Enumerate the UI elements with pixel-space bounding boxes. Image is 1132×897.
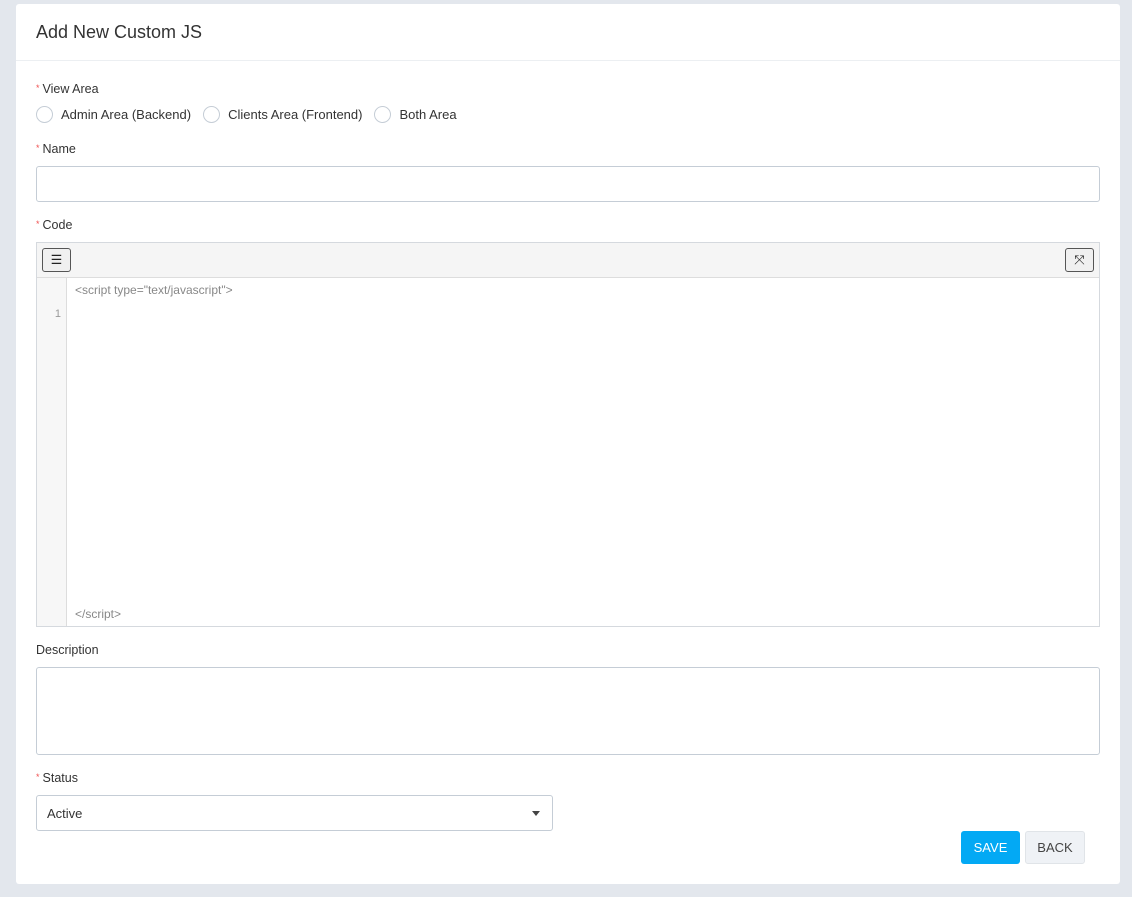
back-button[interactable]: BACK [1025, 831, 1085, 864]
save-button[interactable]: SAVE [961, 831, 1020, 864]
description-label: Description [36, 643, 99, 657]
description-textarea[interactable] [36, 667, 1100, 755]
list-icon[interactable]: ☰ [42, 248, 71, 272]
status-select[interactable]: Active [36, 795, 553, 831]
code-label: * Code [36, 218, 73, 232]
form-card: Add New Custom JS * View Area Admin Area … [16, 4, 1120, 884]
radio-circle[interactable] [374, 106, 392, 123]
line-gutter: 1 [37, 278, 67, 626]
radio-both-area[interactable]: Both Area [374, 106, 457, 123]
view-area-label: * View Area [36, 82, 99, 96]
name-label: * Name [36, 142, 76, 156]
code-editor[interactable]: ☰ ⤧ 1 <script type="text/javascript"> </… [36, 242, 1100, 627]
radio-circle[interactable] [203, 106, 221, 123]
fullscreen-icon[interactable]: ⤧ [1065, 248, 1094, 272]
chevron-down-icon [532, 811, 540, 820]
code-line-open: <script type="text/javascript"> [75, 283, 233, 297]
radio-circle[interactable] [36, 106, 53, 123]
page-title: Add New Custom JS [16, 4, 1120, 61]
radio-clients-area[interactable]: Clients Area (Frontend) [203, 106, 362, 123]
editor-toolbar: ☰ ⤧ [37, 243, 1099, 278]
code-line-close: </script> [75, 607, 122, 621]
name-input[interactable] [36, 166, 1100, 202]
status-label: * Status [36, 771, 78, 785]
view-area-radio-group: Admin Area (Backend) Clients Area (Front… [36, 106, 469, 123]
radio-admin-area[interactable]: Admin Area (Backend) [36, 106, 191, 123]
